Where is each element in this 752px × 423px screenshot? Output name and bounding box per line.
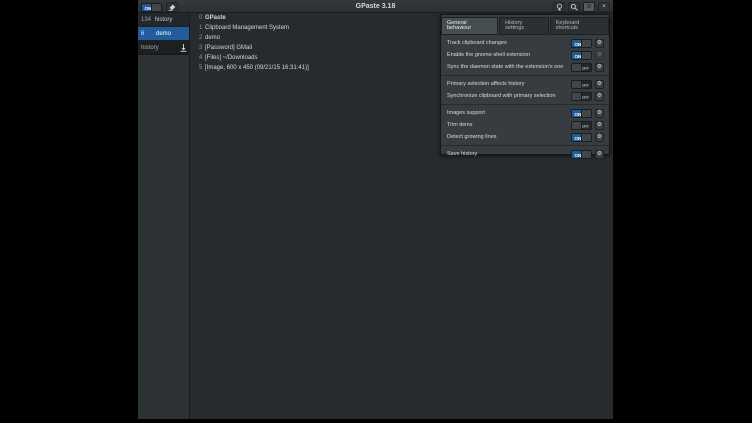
settings-popover: General behaviour History settings Keybo… [440, 14, 610, 155]
switch-knob [581, 110, 591, 118]
reset-button[interactable]: ⚙ [595, 109, 604, 118]
desktop-background: GPaste 3.18 ON [0, 0, 752, 423]
search-button[interactable] [568, 2, 580, 12]
reset-button[interactable]: ⚙ [595, 63, 604, 72]
gear-icon: ⚙ [597, 40, 602, 46]
gear-icon: ⚙ [597, 64, 602, 70]
switch-knob [581, 40, 591, 48]
setting-label: Primary selection affects history [447, 81, 571, 87]
setting-switch[interactable]: OFF [571, 63, 592, 72]
setting-row-sync-daemon-state: Sync the daemon state with the extension… [441, 61, 609, 73]
setting-row-detect-growing-lines: Detect growing lines ON ⚙ [441, 131, 609, 143]
setting-label: Sync the daemon state with the extension… [447, 64, 571, 70]
close-icon: × [602, 4, 606, 10]
switch-knob [151, 4, 161, 12]
reset-button[interactable]: ⚙ [595, 150, 604, 159]
item-text: Clipboard Management System [205, 25, 289, 31]
gear-icon: ⚙ [597, 134, 602, 140]
switch-knob [581, 151, 591, 159]
switch-knob [572, 64, 582, 72]
history-item-count: 134 [141, 13, 151, 27]
gpaste-window: GPaste 3.18 ON [138, 0, 613, 419]
window-title: GPaste 3.18 [138, 0, 613, 13]
setting-switch[interactable]: OFF [571, 92, 592, 101]
reset-button[interactable]: ⚙ [595, 39, 604, 48]
search-icon [570, 3, 578, 11]
headerbar: GPaste 3.18 ON [138, 0, 613, 13]
setting-switch[interactable]: OFF [571, 80, 592, 89]
setting-label: Images support [447, 110, 571, 116]
group-separator [441, 75, 609, 76]
gear-icon: ⚙ [597, 151, 602, 157]
item-text: GPaste [205, 15, 226, 21]
sidebar-item-demo[interactable]: 6 demo [138, 27, 189, 41]
about-button[interactable] [553, 2, 565, 12]
enter-icon [180, 44, 187, 52]
item-text: demo [205, 35, 220, 41]
setting-switch[interactable]: ON [571, 51, 592, 60]
setting-row-save-history: Save history ON ⚙ [441, 148, 609, 160]
gear-icon: ⚙ [597, 93, 602, 99]
setting-label: Track clipboard changes [447, 40, 571, 46]
eraser-icon [168, 3, 176, 11]
item-text: [Password] GMail [205, 45, 252, 51]
setting-switch[interactable]: ON [571, 133, 592, 142]
headerbar-left-controls: ON [141, 2, 178, 12]
setting-switch[interactable]: ON [571, 39, 592, 48]
tab-history-settings[interactable]: History settings [499, 17, 549, 35]
gear-icon: ⚙ [586, 4, 591, 10]
setting-row-primary-selection-affects-history: Primary selection affects history OFF ⚙ [441, 78, 609, 90]
history-item-count: 6 [141, 27, 144, 41]
lightbulb-icon [556, 3, 563, 12]
setting-row-images-support: Images support ON ⚙ [441, 107, 609, 119]
setting-switch[interactable]: ON [571, 150, 592, 159]
headerbar-right-controls: ⚙ × [553, 2, 610, 12]
setting-row-track-clipboard-changes: Track clipboard changes ON ⚙ [441, 37, 609, 49]
tab-keyboard-shortcuts[interactable]: Keyboard shortcuts [550, 17, 609, 35]
setting-label: Save history [447, 151, 571, 157]
reset-button[interactable]: ⚙ [595, 133, 604, 142]
gear-icon: ⚙ [597, 52, 602, 58]
switch-knob [572, 93, 582, 101]
reset-button[interactable]: ⚙ [595, 121, 604, 130]
setting-label: Enable the gnome-shell extension [447, 52, 571, 58]
setting-label: Trim items [447, 122, 571, 128]
switch-knob [581, 134, 591, 142]
history-item-name: demo [138, 27, 189, 41]
switch-knob [572, 81, 582, 89]
setting-row-trim-items: Trim items OFF ⚙ [441, 119, 609, 131]
gear-icon: ⚙ [597, 122, 602, 128]
sidebar-item-history[interactable]: 134 history [138, 13, 189, 27]
settings-button[interactable]: ⚙ [583, 2, 595, 12]
gear-icon: ⚙ [597, 110, 602, 116]
item-text: [Files] ~/Downloads [205, 55, 258, 61]
switch-knob [572, 122, 582, 130]
setting-label: Detect growing lines [447, 134, 571, 140]
group-separator [441, 145, 609, 146]
reset-button[interactable]: ⚙ [595, 51, 604, 60]
tab-general-behaviour[interactable]: General behaviour [441, 17, 498, 35]
new-history-entry-row [138, 41, 189, 55]
switch-history-button[interactable] [179, 44, 187, 52]
setting-row-enable-gnome-shell-extension: Enable the gnome-shell extension ON ⚙ [441, 49, 609, 61]
empty-history-button[interactable] [166, 2, 178, 12]
setting-row-synchronize-clipboard-primary: Synchronize clipboard with primary selec… [441, 90, 609, 102]
switch-knob [581, 52, 591, 60]
gear-icon: ⚙ [597, 81, 602, 87]
group-separator [441, 104, 609, 105]
history-sidebar: 134 history 6 demo [138, 13, 190, 419]
settings-tabs: General behaviour History settings Keybo… [441, 17, 609, 35]
reset-button[interactable]: ⚙ [595, 80, 604, 89]
setting-label: Synchronize clipboard with primary selec… [447, 93, 571, 99]
setting-switch[interactable]: ON [571, 109, 592, 118]
track-changes-switch[interactable]: ON [141, 3, 162, 12]
close-button[interactable]: × [598, 2, 610, 12]
setting-switch[interactable]: OFF [571, 121, 592, 130]
item-text: [Image, 600 x 450 (09/21/15 16:31:41)] [205, 65, 309, 71]
reset-button[interactable]: ⚙ [595, 92, 604, 101]
